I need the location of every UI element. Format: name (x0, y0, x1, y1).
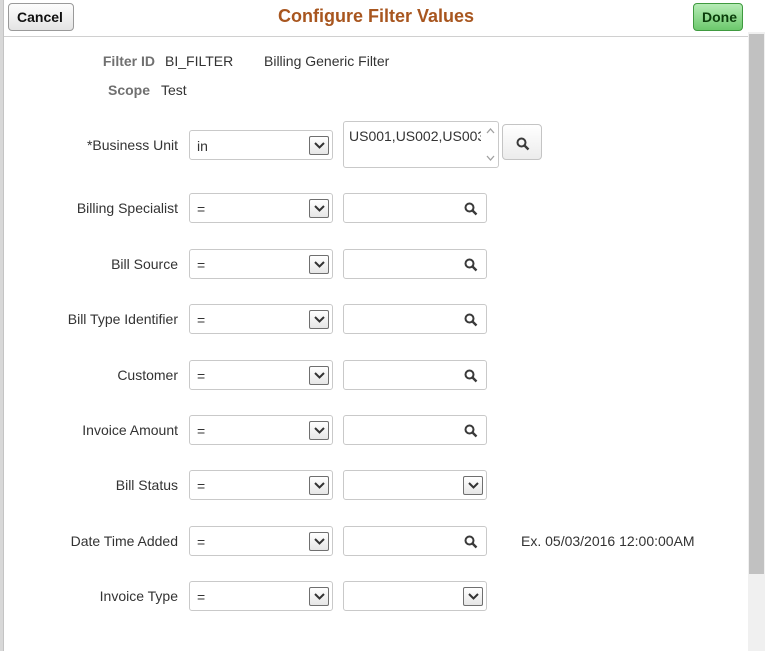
invoice-type-value-select[interactable] (343, 581, 487, 611)
chevron-down-icon[interactable] (309, 421, 329, 440)
bill-status-label: Bill Status (115, 477, 178, 493)
textarea-scroll-arrows-icon[interactable] (484, 123, 497, 166)
business-unit-values-textarea[interactable]: US001,US002,US003 (343, 121, 499, 168)
bill-type-identifier-label: Bill Type Identifier (67, 311, 178, 327)
chevron-down-icon[interactable] (463, 587, 483, 606)
scope-label: Scope (107, 82, 150, 98)
chevron-down-icon[interactable] (309, 587, 329, 606)
operator-value: = (197, 534, 206, 550)
bill-source-input[interactable] (343, 249, 487, 279)
operator-value: = (197, 478, 206, 494)
date-format-hint: Ex. 05/03/2016 12:00:00AM (521, 533, 695, 549)
customer-operator-select[interactable]: = (189, 360, 333, 390)
bill-source-label: Bill Source (111, 256, 178, 272)
chevron-down-icon[interactable] (309, 366, 329, 385)
bill-source-operator-select[interactable]: = (189, 249, 333, 279)
billing-specialist-input[interactable] (343, 193, 487, 223)
modal-header: Cancel Configure Filter Values Done (4, 0, 748, 37)
done-button[interactable]: Done (693, 3, 743, 31)
magnifier-icon[interactable] (464, 202, 478, 216)
business-unit-lookup-button[interactable] (502, 124, 542, 160)
filter-id-label: Filter ID (102, 53, 155, 69)
chevron-down-icon[interactable] (309, 532, 329, 551)
scope-value: Test (161, 82, 187, 98)
operator-value: = (197, 201, 206, 217)
magnifier-icon[interactable] (464, 369, 478, 383)
date-time-added-label: Date Time Added (70, 533, 178, 549)
chevron-down-icon[interactable] (309, 199, 329, 218)
invoice-amount-label: Invoice Amount (82, 422, 178, 438)
operator-value: = (197, 589, 206, 605)
filter-id-value: BI_FILTER (165, 53, 234, 69)
vertical-scrollbar[interactable] (748, 32, 765, 651)
invoice-amount-operator-select[interactable]: = (189, 415, 333, 445)
scrollbar-thumb[interactable] (749, 34, 764, 574)
page-title: Configure Filter Values (277, 6, 475, 26)
magnifier-icon[interactable] (464, 313, 478, 327)
date-time-added-operator-select[interactable]: = (189, 526, 333, 556)
magnifier-icon[interactable] (464, 535, 478, 549)
operator-value: = (197, 423, 206, 439)
billing-specialist-label: Billing Specialist (76, 200, 178, 216)
bill-type-identifier-operator-select[interactable]: = (189, 304, 333, 334)
magnifier-icon (516, 137, 530, 151)
magnifier-icon[interactable] (464, 258, 478, 272)
business-unit-operator-select[interactable]: in (189, 130, 333, 160)
chevron-down-icon[interactable] (309, 255, 329, 274)
operator-value: = (197, 368, 206, 384)
chevron-down-icon[interactable] (309, 310, 329, 329)
billing-specialist-operator-select[interactable]: = (189, 193, 333, 223)
magnifier-icon[interactable] (464, 424, 478, 438)
chevron-down-icon[interactable] (463, 476, 483, 495)
chevron-down-icon[interactable] (309, 136, 329, 155)
filter-description: Billing Generic Filter (264, 53, 390, 69)
date-time-added-input[interactable] (343, 526, 487, 556)
invoice-amount-input[interactable] (343, 415, 487, 445)
customer-label: Customer (117, 367, 178, 383)
background-window-edge (0, 0, 4, 651)
chevron-down-icon[interactable] (309, 476, 329, 495)
business-unit-label: *Business Unit (86, 137, 178, 153)
business-unit-values: US001,US002,US003 (349, 128, 481, 144)
bill-status-value-select[interactable] (343, 470, 487, 500)
operator-value: = (197, 312, 206, 328)
operator-value: = (197, 257, 206, 273)
operator-value: in (197, 138, 208, 154)
customer-input[interactable] (343, 360, 487, 390)
invoice-type-operator-select[interactable]: = (189, 581, 333, 611)
invoice-type-label: Invoice Type (99, 588, 178, 604)
bill-type-identifier-input[interactable] (343, 304, 487, 334)
bill-status-operator-select[interactable]: = (189, 470, 333, 500)
